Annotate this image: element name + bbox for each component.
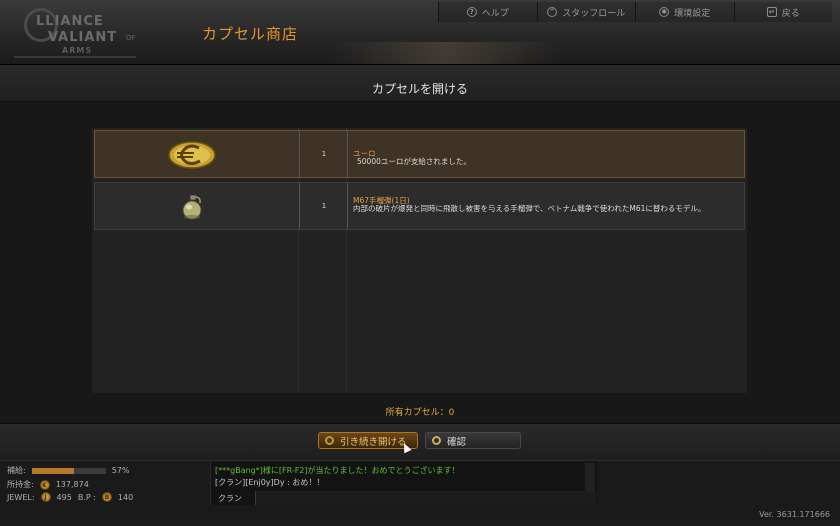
game-logo: LLIANCE VALIANT OF ARMS <box>14 6 142 58</box>
euro-coin-icon <box>168 141 216 169</box>
ring-icon <box>432 436 441 445</box>
grenade-icon <box>182 194 202 220</box>
reward-qty: 1 <box>321 150 327 158</box>
back-icon: ↵ <box>766 7 777 17</box>
capsule-count: 所有カプセル：0 <box>385 408 455 418</box>
supply-percent: 57% <box>111 466 130 475</box>
staff-roll-icon: ^ <box>547 7 558 17</box>
help-button[interactable]: ? ヘルプ <box>438 2 537 22</box>
page-title: カプセル商店 <box>202 25 299 43</box>
jewel-icon: J <box>40 492 51 502</box>
jewel-value: 495 <box>56 492 72 502</box>
gear-icon: ✱ <box>659 7 670 17</box>
help-icon: ? <box>466 7 477 17</box>
confirm-button[interactable]: 確認 <box>425 432 521 449</box>
top-header: LLIANCE VALIANT OF ARMS カプセル商店 ? ヘルプ ^ ス… <box>0 0 840 65</box>
chat-tab-clan[interactable]: クラン <box>210 491 256 505</box>
reward-qty: 1 <box>321 202 327 210</box>
jewel-label: JEWEL: <box>7 492 35 502</box>
reward-desc: 50000ユーロが支給されました。 <box>357 157 471 166</box>
money-label: 所持金: <box>7 480 34 489</box>
help-label: ヘルプ <box>481 8 509 19</box>
settings-button[interactable]: ✱ 環境設定 <box>635 2 734 22</box>
supply-stat: 補給: 57% <box>7 465 129 476</box>
ring-icon <box>325 436 334 445</box>
button-bar <box>0 424 840 460</box>
jewel-stat: JEWEL: J 495 B.P : B 140 <box>7 492 133 502</box>
supply-label: 補給: <box>7 466 26 475</box>
top-nav: ? ヘルプ ^ スタッフロール ✱ 環境設定 ↵ 戻る <box>438 2 832 22</box>
back-button[interactable]: ↵ 戻る <box>733 2 832 22</box>
reward-desc: 内部の破片が爆発と同時に飛散し被害を与える手榴弾で、ベトナム戦争で使われたM61… <box>353 204 706 213</box>
bp-icon: B <box>101 492 112 502</box>
reward-row[interactable]: 1 ユーロ 50000ユーロが支給されました。 <box>94 130 745 178</box>
staff-roll-label: スタッフロール <box>562 8 626 19</box>
back-label: 戻る <box>781 8 800 19</box>
version-label: Ver. 3631.171666 <box>759 510 830 519</box>
money-stat: 所持金: € 137,874 <box>7 479 89 490</box>
staff-roll-button[interactable]: ^ スタッフロール <box>536 2 635 22</box>
chat-input[interactable] <box>256 491 596 505</box>
euro-coin-icon: € <box>39 479 50 490</box>
bp-value: 140 <box>117 492 134 502</box>
reward-row[interactable]: 1 M67手榴弾(1日) 内部の破片が爆発と同時に飛散し被害を与える手榴弾で、ベ… <box>94 182 745 230</box>
dialog-title: カプセルを開ける <box>371 82 468 96</box>
reward-list: 1 ユーロ 50000ユーロが支給されました。 1 M67手榴弾(1日) 内部の… <box>92 128 747 393</box>
settings-label: 環境設定 <box>674 8 711 19</box>
bp-label: B.P : <box>77 492 96 502</box>
chat-line: [クラン][Enj0y]Dy : おめ！！ <box>215 477 325 487</box>
money-value: 137,874 <box>55 480 89 489</box>
chat-line: [***gBang*]様に[FR-F2]が当たりました！おめでとうございます！ <box>215 466 460 475</box>
supply-progress <box>31 467 106 474</box>
